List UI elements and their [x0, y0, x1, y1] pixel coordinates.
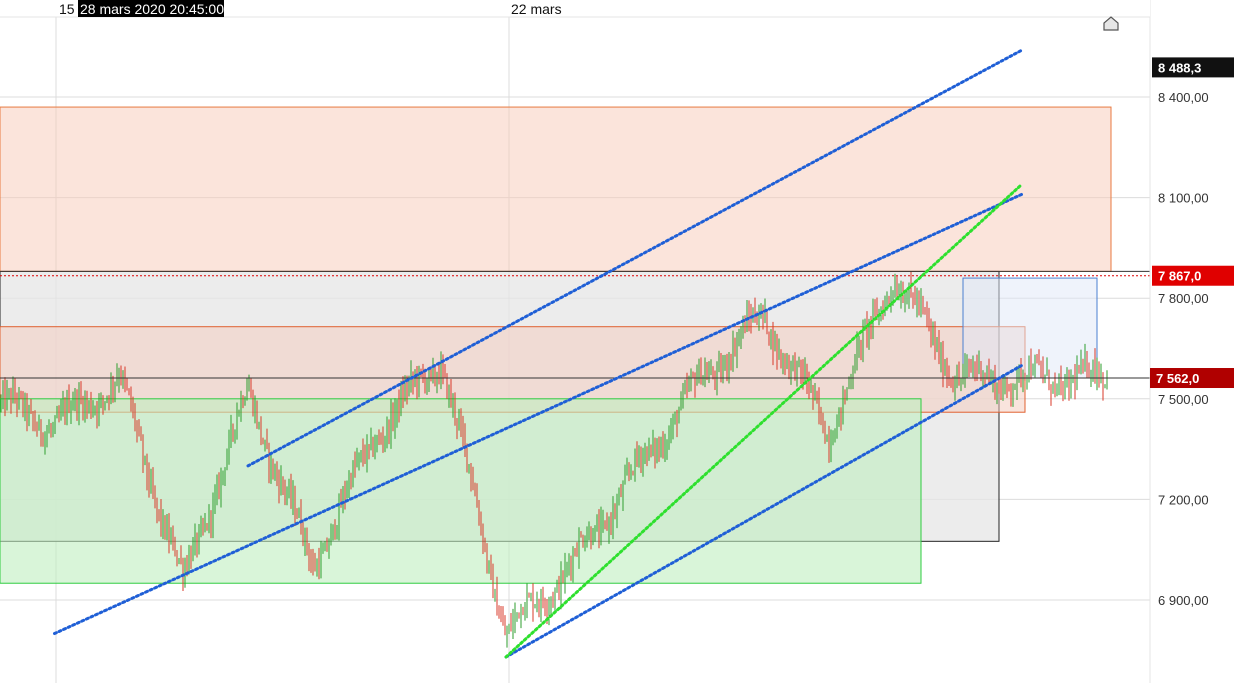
- y-tick-label: 8 100,00: [1158, 191, 1209, 206]
- y-tick-label: 6 900,00: [1158, 593, 1209, 608]
- y-tick-label: 7 500,00: [1158, 392, 1209, 407]
- y-tick-label: 7 800,00: [1158, 291, 1209, 306]
- cursor-date-label: 28 mars 2020 20:45:00: [80, 1, 224, 17]
- price-chart[interactable]: 8 400,00 8 100,00 7 800,00 7 500,00 7 200,00…: [0, 0, 1234, 683]
- price-badge-label: 7 867,0: [1158, 269, 1201, 284]
- chart-root: 8 400,00 8 100,00 7 800,00 7 500,00 7 200,00…: [0, 0, 1234, 683]
- y-tick-label: 7 200,00: [1158, 492, 1209, 507]
- price-badge-label: 8 488,3: [1158, 60, 1201, 75]
- y-axis: 8 400,00 8 100,00 7 800,00 7 500,00 7 200,00…: [1149, 0, 1234, 683]
- y-tick-label: 8 400,00: [1158, 90, 1209, 105]
- zones: [0, 106, 1112, 584]
- price-badge-label: 7 562,0: [1156, 371, 1199, 386]
- zone-resistance-zone: [0, 106, 1112, 272]
- date-label: 22 mars: [511, 1, 562, 17]
- date-label: 15: [59, 1, 75, 17]
